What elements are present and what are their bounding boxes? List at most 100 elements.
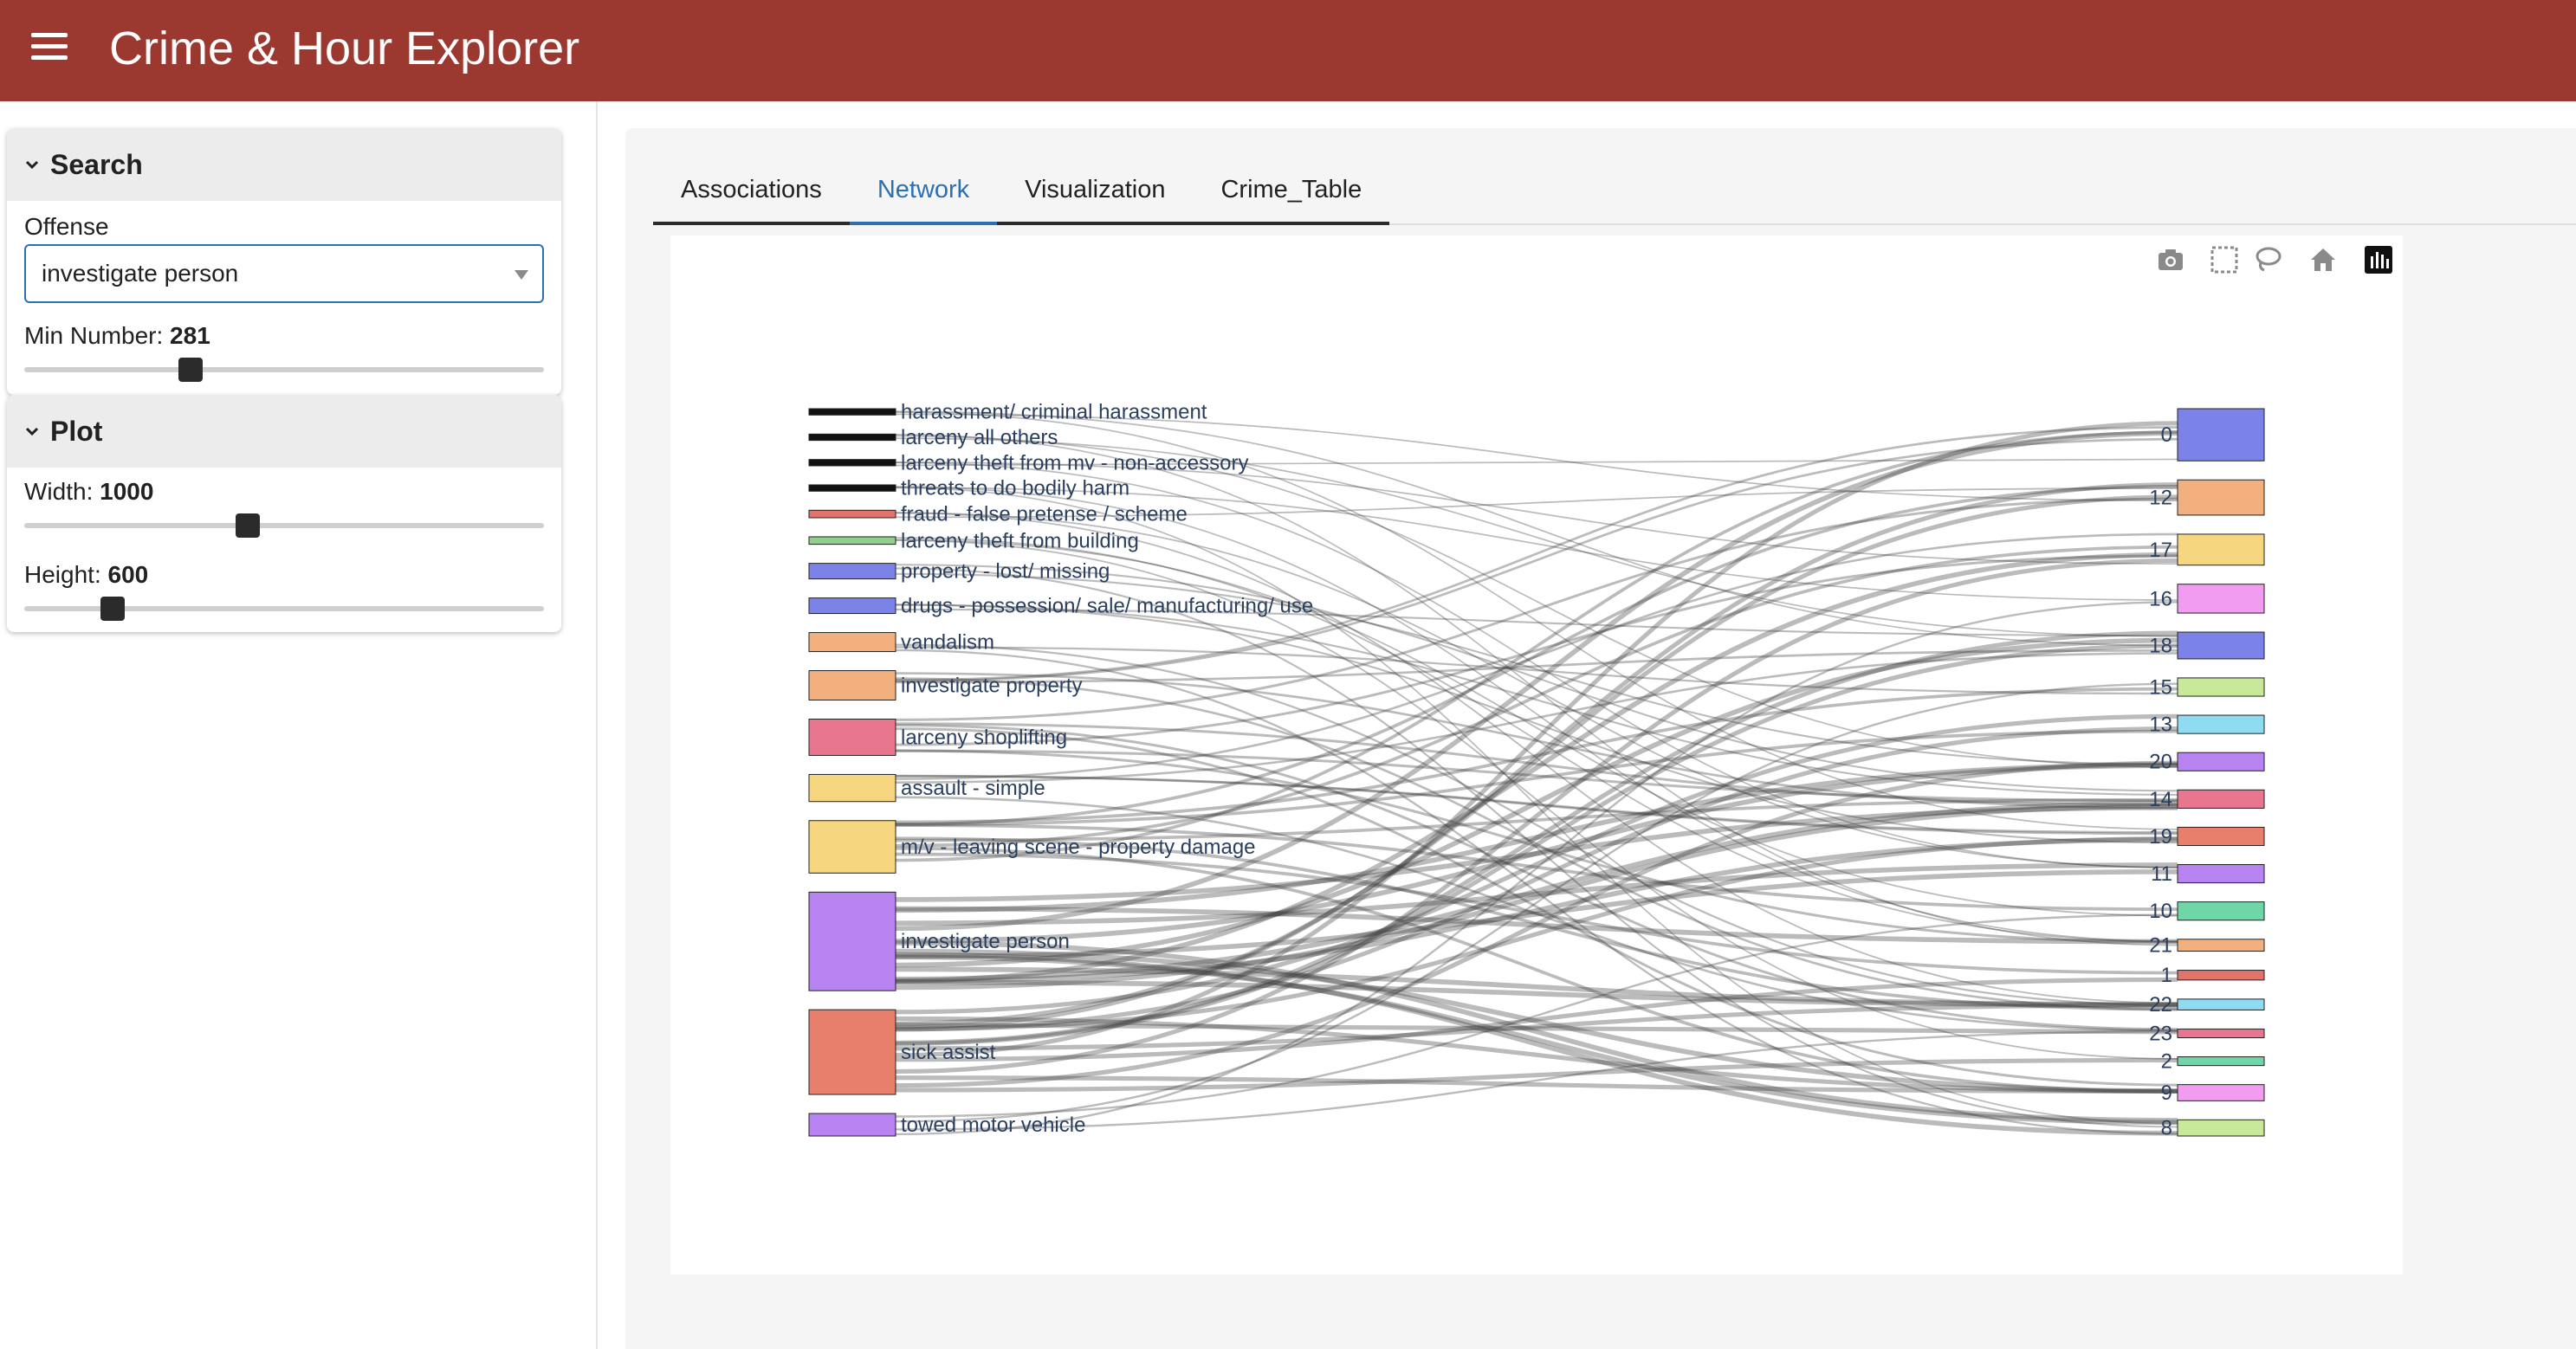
sankey-target-node[interactable] — [2177, 714, 2265, 734]
width-slider-thumb[interactable] — [236, 513, 260, 538]
sankey-target-label: 13 — [2149, 713, 2172, 737]
sankey-target-node[interactable] — [2177, 826, 2265, 847]
min-number-value: 281 — [170, 322, 210, 349]
sankey-target-node[interactable] — [2177, 789, 2265, 809]
tab-visualization[interactable]: Visualization — [997, 158, 1194, 225]
sankey-target-label: 14 — [2149, 788, 2172, 811]
sankey-target-label: 2 — [2161, 1050, 2172, 1074]
offense-select[interactable]: investigate person — [24, 244, 544, 303]
app-title: Crime & Hour Explorer — [109, 23, 580, 74]
sankey-target-node[interactable] — [2177, 998, 2265, 1010]
sankey-source-node[interactable] — [808, 719, 896, 756]
sankey-target-label: 17 — [2149, 539, 2172, 562]
sankey-target-node[interactable] — [2177, 584, 2265, 614]
app-header: Crime & Hour Explorer — [0, 0, 2576, 101]
sankey-target-label: 20 — [2149, 751, 2172, 774]
search-panel: Search Offense investigate person Min Nu… — [7, 128, 561, 395]
sankey-target-node[interactable] — [2177, 970, 2265, 981]
search-panel-title: Search — [50, 148, 143, 180]
min-number-slider-thumb[interactable] — [178, 358, 203, 382]
sankey-target-label: 19 — [2149, 825, 2172, 849]
height-label: Height: 600 — [24, 561, 148, 589]
plot-panel-title: Plot — [50, 415, 103, 447]
sankey-source-node[interactable] — [808, 509, 896, 519]
sankey-source-label: sick assist — [901, 1041, 996, 1064]
sankey-target-node[interactable] — [2177, 752, 2265, 771]
tab-associations[interactable]: Associations — [653, 158, 850, 225]
sidebar-divider — [596, 101, 598, 1349]
sankey-link[interactable] — [895, 868, 2178, 959]
tab-network[interactable]: Network — [849, 158, 998, 225]
hamburger-menu-icon[interactable] — [31, 33, 69, 62]
sankey-target-node[interactable] — [2177, 939, 2265, 952]
sankey-source-label: threats to do bodily harm — [901, 477, 1129, 500]
tab-bar: Associations Network Visualization Crime… — [653, 158, 1390, 225]
width-label-text: Width: — [24, 478, 94, 505]
camera-icon[interactable] — [2155, 244, 2186, 275]
home-icon[interactable] — [2307, 244, 2339, 275]
sankey-source-label: fraud - false pretense / scheme — [901, 503, 1188, 526]
plot-panel: Plot Width: 1000 Height: 600 — [7, 395, 561, 632]
min-number-slider-track[interactable] — [24, 367, 544, 372]
sankey-source-label: towed motor vehicle — [901, 1113, 1085, 1137]
tab-crime-table[interactable]: Crime_Table — [1193, 158, 1390, 225]
sankey-chart[interactable]: harassment/ criminal harassmentlarceny a… — [670, 236, 2403, 1275]
sankey-target-label: 10 — [2149, 900, 2172, 923]
sankey-target-node[interactable] — [2177, 1056, 2265, 1067]
height-slider-thumb[interactable] — [100, 597, 125, 621]
sankey-plot-area: harassment/ criminal harassment larceny a… — [670, 236, 2403, 1275]
sankey-target-node[interactable] — [2177, 677, 2265, 697]
chevron-down-icon — [23, 422, 42, 441]
dropdown-caret-icon — [515, 270, 528, 280]
offense-select-value: investigate person — [42, 260, 239, 287]
sankey-target-label: 1 — [2161, 964, 2172, 987]
sankey-target-node[interactable] — [2177, 864, 2265, 884]
box-select-icon[interactable] — [2209, 244, 2240, 275]
sankey-target-node[interactable] — [2177, 631, 2265, 660]
sankey-source-node[interactable] — [808, 1009, 896, 1095]
plot-panel-header[interactable]: Plot — [7, 395, 561, 468]
lasso-icon[interactable] — [2252, 244, 2283, 275]
plotly-logo-icon[interactable] — [2363, 244, 2394, 275]
sankey-target-label: 18 — [2149, 634, 2172, 657]
sankey-source-label: assault - simple — [901, 777, 1045, 800]
sankey-source-node[interactable] — [808, 670, 896, 701]
sankey-source-label: larceny theft from mv - non-accessory — [901, 451, 1248, 474]
sankey-source-label: investigate property — [901, 674, 1082, 698]
offense-label: Offense — [24, 213, 109, 240]
sankey-target-node[interactable] — [2177, 1084, 2265, 1101]
search-panel-header[interactable]: Search — [7, 128, 561, 201]
sankey-source-node[interactable] — [808, 433, 896, 442]
sankey-source-label: vandalism — [901, 631, 994, 655]
height-label-text: Height: — [24, 561, 101, 588]
sankey-source-node[interactable] — [808, 597, 896, 615]
sankey-target-label: 23 — [2149, 1022, 2172, 1045]
sankey-source-label: drugs - possession/ sale/ manufacturing/… — [901, 595, 1313, 618]
sankey-source-node[interactable] — [808, 820, 896, 874]
sankey-target-node[interactable] — [2177, 479, 2265, 516]
sankey-source-node[interactable] — [808, 459, 896, 467]
width-slider-track[interactable] — [24, 523, 544, 528]
sankey-source-label: m/v - leaving scene - property damage — [901, 836, 1256, 859]
sankey-target-node[interactable] — [2177, 533, 2265, 566]
sankey-source-node[interactable] — [808, 891, 896, 991]
sankey-target-label: 0 — [2161, 423, 2172, 447]
sankey-source-node[interactable] — [808, 632, 896, 653]
sankey-target-label: 12 — [2149, 487, 2172, 510]
sankey-source-node[interactable] — [808, 484, 896, 492]
sankey-target-node[interactable] — [2177, 1119, 2265, 1137]
sankey-target-node[interactable] — [2177, 901, 2265, 921]
sankey-target-label: 11 — [2151, 862, 2172, 886]
sankey-source-node[interactable] — [808, 563, 896, 580]
sankey-target-node[interactable] — [2177, 1028, 2265, 1039]
sankey-target-node[interactable] — [2177, 408, 2265, 462]
sankey-source-label: larceny all others — [901, 426, 1058, 449]
sankey-source-node[interactable] — [808, 536, 896, 545]
sankey-source-node[interactable] — [808, 408, 896, 416]
sankey-target-label: 22 — [2149, 993, 2172, 1017]
sankey-source-label: harassment/ criminal harassment — [901, 401, 1207, 424]
sankey-source-node[interactable] — [808, 1113, 896, 1137]
sankey-source-node[interactable] — [808, 773, 896, 803]
sankey-source-label: property - lost/ missing — [901, 560, 1110, 584]
sankey-source-label: investigate person — [901, 930, 1070, 953]
